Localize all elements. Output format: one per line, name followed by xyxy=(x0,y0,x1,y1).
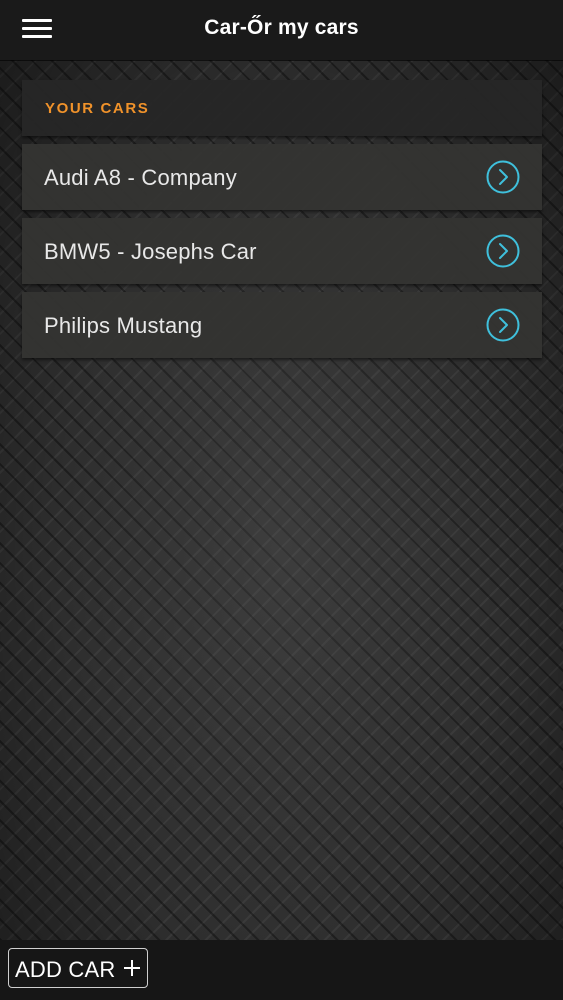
add-car-label: ADD CAR xyxy=(15,957,116,982)
page-title: Car-Őr my cars xyxy=(204,16,359,39)
car-list-item[interactable]: Audi A8 - Company xyxy=(22,144,542,210)
section-header-label: YOUR CARS xyxy=(45,100,150,117)
chevron-right-circle-icon[interactable] xyxy=(486,308,520,342)
chevron-right-circle-icon[interactable] xyxy=(486,160,520,194)
section-header: YOUR CARS xyxy=(22,80,542,136)
car-name: Audi A8 - Company xyxy=(44,165,237,190)
chevron-right-circle-icon[interactable] xyxy=(486,234,520,268)
car-list-item[interactable]: Philips Mustang xyxy=(22,292,542,358)
add-car-button[interactable]: ADD CAR xyxy=(8,948,148,988)
car-name: Philips Mustang xyxy=(44,313,203,338)
car-name: BMW5 - Josephs Car xyxy=(44,239,257,264)
plus-icon xyxy=(124,960,140,976)
cars-list-panel: YOUR CARS Audi A8 - Company BMW5 - Josep… xyxy=(22,80,542,358)
app-screen: Car-Őr my cars YOUR CARS Audi A8 - Compa… xyxy=(0,0,563,1000)
bottom-bar: ADD CAR xyxy=(0,940,563,1000)
car-list-item[interactable]: BMW5 - Josephs Car xyxy=(22,218,542,284)
top-bar: Car-Őr my cars xyxy=(0,0,563,60)
